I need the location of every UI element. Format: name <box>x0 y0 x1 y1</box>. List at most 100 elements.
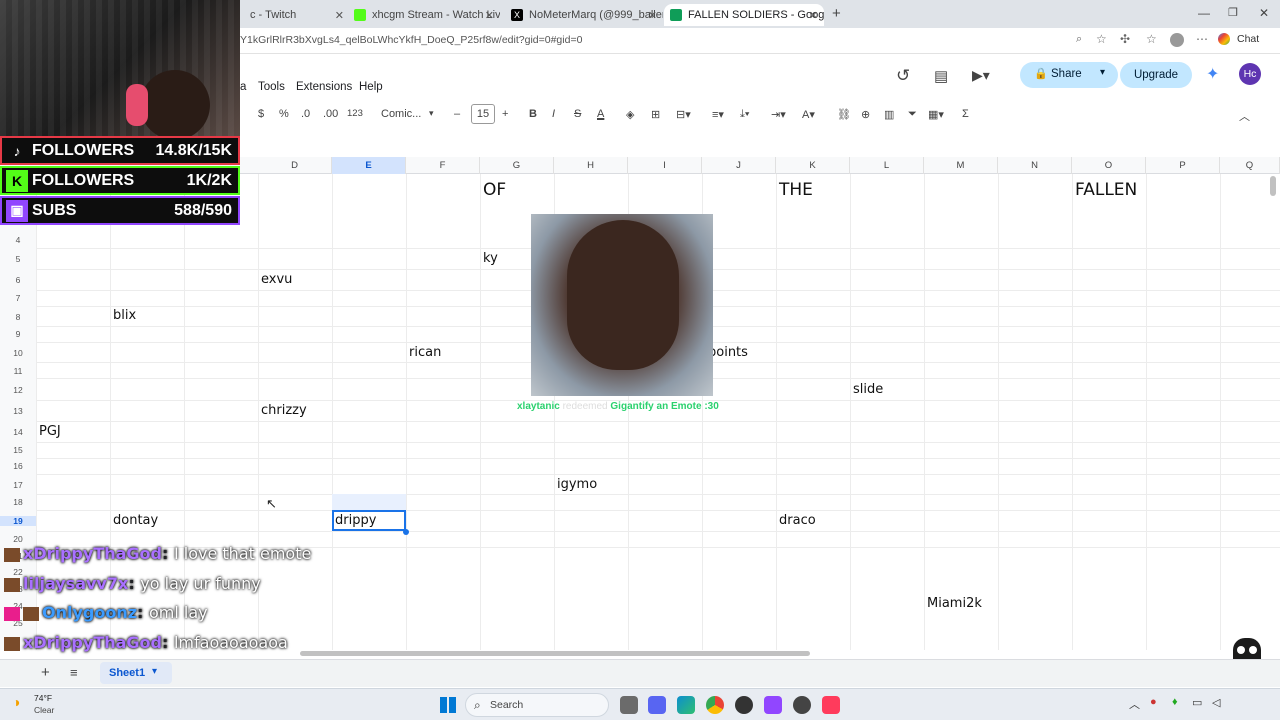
twitch-app-icon[interactable] <box>764 696 782 714</box>
chrome-icon[interactable] <box>706 696 724 714</box>
tab-google-sheets[interactable]: FALLEN SOLDIERS - Google Sheets✕ <box>664 4 824 26</box>
bold-button[interactable]: B <box>529 108 537 120</box>
italic-button[interactable]: I <box>552 108 555 120</box>
tab-x[interactable]: XNoMeterMarq (@999_baller) / X✕ <box>505 4 663 26</box>
task-view-icon[interactable] <box>620 696 638 714</box>
version-history-icon[interactable]: ↺ <box>896 66 910 86</box>
close-tab-icon[interactable]: ✕ <box>648 9 657 22</box>
upgrade-button[interactable]: Upgrade <box>1120 62 1192 88</box>
font-size-increase-icon[interactable]: + <box>502 108 508 120</box>
cell-chrizzy[interactable]: chrizzy <box>261 403 307 418</box>
tiktok-app-icon[interactable] <box>822 696 840 714</box>
cell-drippy[interactable]: drippy <box>335 513 376 528</box>
url-input[interactable]: Y1kGrlRlrR3bXvgLs4_qelBoLWhcYkfH_DoeQ_P2… <box>240 34 582 46</box>
column-header[interactable]: G <box>480 157 554 174</box>
font-select[interactable]: Comic... <box>381 108 421 120</box>
discord-icon[interactable] <box>648 696 666 714</box>
extensions-icon[interactable]: ✣ <box>1120 32 1130 46</box>
collapse-toolbar-icon[interactable]: ︿ <box>1239 108 1250 124</box>
horizontal-scrollbar[interactable] <box>300 651 810 656</box>
insert-comment-icon[interactable]: ⊕ <box>861 108 870 121</box>
add-sheet-icon[interactable]: + <box>41 664 50 681</box>
merge-cells-icon[interactable]: ⊟▾ <box>676 108 691 121</box>
row-header[interactable]: 7 <box>0 293 36 303</box>
column-header[interactable]: N <box>998 157 1072 174</box>
row-header[interactable]: 6 <box>0 275 36 285</box>
tray-chevron-icon[interactable]: ︿ <box>1129 696 1140 712</box>
text-color-button[interactable]: A <box>597 108 604 120</box>
column-header[interactable]: P <box>1146 157 1220 174</box>
row-header[interactable]: 11 <box>0 366 36 376</box>
fill-color-icon[interactable]: ◈ <box>626 108 634 121</box>
volume-icon[interactable]: ◁ <box>1212 696 1220 709</box>
gemini-icon[interactable]: ✦ <box>1206 64 1219 84</box>
media-player-icon[interactable] <box>735 696 753 714</box>
cell-miami2k[interactable]: Miami2k <box>927 596 982 611</box>
minimize-icon[interactable]: — <box>1198 6 1210 20</box>
zoom-icon[interactable]: ⌕ <box>1076 33 1082 46</box>
tab-twitch[interactable]: c - Twitch ✕ <box>240 4 350 26</box>
horizontal-align-icon[interactable]: ≡▾ <box>712 108 724 121</box>
sheet-tab-sheet1[interactable]: Sheet1 ▾ <box>100 662 172 684</box>
row-header[interactable]: 15 <box>0 445 36 455</box>
row-header[interactable]: 10 <box>0 348 36 358</box>
maximize-icon[interactable]: ❐ <box>1228 6 1238 19</box>
row-header[interactable]: 12 <box>0 385 36 395</box>
cell-the[interactable]: THE <box>779 180 813 200</box>
close-tab-icon[interactable]: ✕ <box>335 9 344 22</box>
cell-slide[interactable]: slide <box>853 382 883 397</box>
column-header[interactable]: O <box>1072 157 1146 174</box>
cell-blix[interactable]: blix <box>113 308 136 323</box>
row-header[interactable]: 13 <box>0 406 36 416</box>
favorites-icon[interactable]: ☆ <box>1146 32 1157 46</box>
menu-tools[interactable]: Tools <box>258 81 285 93</box>
percent-button[interactable]: % <box>279 108 289 120</box>
decrease-decimal-button[interactable]: .0 <box>301 108 310 120</box>
insert-chart-icon[interactable]: ▥ <box>884 108 894 121</box>
cell-ky[interactable]: ky <box>483 251 498 266</box>
window-close-icon[interactable]: ✕ <box>1259 6 1269 20</box>
tray-app-icon[interactable]: ● <box>1150 696 1157 708</box>
profile-avatar[interactable] <box>1170 33 1184 47</box>
vertical-align-icon[interactable]: ⤓▾ <box>740 108 749 121</box>
cell-rican[interactable]: rican <box>409 345 441 360</box>
weather-temp[interactable]: 74°F <box>34 693 52 703</box>
account-avatar[interactable]: Hc <box>1239 63 1261 85</box>
font-dropdown-icon[interactable]: ▾ <box>429 108 434 119</box>
cell-dontay[interactable]: dontay <box>113 513 158 528</box>
row-header[interactable]: 14 <box>0 427 36 437</box>
column-header[interactable]: K <box>776 157 850 174</box>
chat-button[interactable]: Chat <box>1237 33 1259 45</box>
obs-icon[interactable] <box>793 696 811 714</box>
comments-icon[interactable]: ▤ <box>934 67 948 85</box>
edge-icon[interactable] <box>677 696 695 714</box>
tab-kick[interactable]: xhcgm Stream - Watch Live on Ki...✕ <box>348 4 500 26</box>
row-header[interactable]: 20 <box>0 534 36 544</box>
filter-views-icon[interactable]: ▦▾ <box>928 108 944 121</box>
close-tab-icon[interactable]: ✕ <box>809 9 818 22</box>
column-header[interactable]: L <box>850 157 924 174</box>
cell-exvu[interactable]: exvu <box>261 272 292 287</box>
share-dropdown-icon[interactable]: ▾ <box>1100 67 1105 78</box>
new-tab-icon[interactable]: + <box>832 5 841 22</box>
font-size-input[interactable]: 15 <box>471 104 495 124</box>
close-tab-icon[interactable]: ✕ <box>485 9 494 22</box>
row-header[interactable]: 8 <box>0 312 36 322</box>
column-header[interactable]: I <box>628 157 702 174</box>
row-header[interactable]: 18 <box>0 497 36 507</box>
row-header-selected[interactable]: 19 <box>0 516 36 526</box>
network-icon[interactable]: ▭ <box>1192 696 1202 709</box>
borders-icon[interactable]: ⊞ <box>651 108 660 121</box>
column-header[interactable]: H <box>554 157 628 174</box>
text-rotation-icon[interactable]: A▾ <box>802 108 815 121</box>
menu-extensions[interactable]: Extensions <box>296 81 352 93</box>
all-sheets-icon[interactable]: ≡ <box>70 665 78 680</box>
functions-icon[interactable]: Σ <box>962 108 969 120</box>
text-wrap-icon[interactable]: ⇥▾ <box>771 108 786 121</box>
row-header[interactable]: 5 <box>0 254 36 264</box>
insert-link-icon[interactable]: ⛓ <box>837 108 851 121</box>
more-formats-button[interactable]: 123 <box>347 108 363 119</box>
meet-icon[interactable]: ▶▾ <box>972 67 990 84</box>
cell-pgj[interactable]: PGJ <box>39 424 61 439</box>
column-header[interactable]: J <box>702 157 776 174</box>
